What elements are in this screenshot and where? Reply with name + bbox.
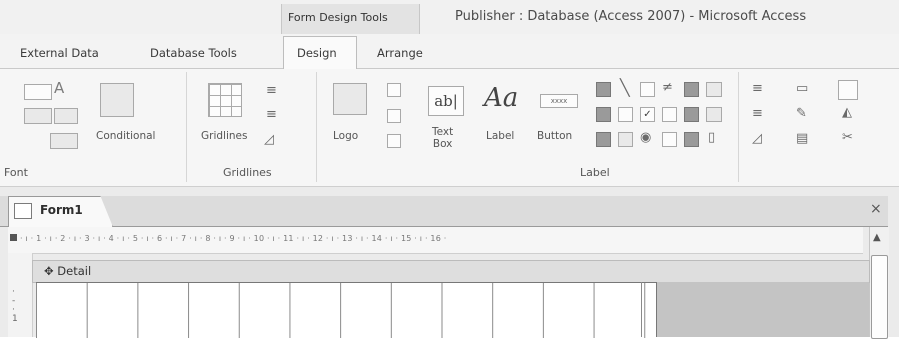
scrollbar-thumb[interactable] xyxy=(871,255,888,339)
combo-icon[interactable] xyxy=(596,107,611,122)
control-wizards-icon[interactable]: ▤ xyxy=(796,132,808,145)
form-background-area xyxy=(656,282,869,337)
option-icon[interactable]: ◉ xyxy=(640,131,651,144)
gridline-style-icon[interactable]: ≡ xyxy=(266,108,277,121)
insert-activex-icon[interactable]: ▯ xyxy=(708,131,715,144)
section-name: Detail xyxy=(57,264,92,278)
date-time-icon[interactable] xyxy=(387,134,401,148)
gridlines-group-label: Gridlines xyxy=(223,166,272,179)
tab-database-tools[interactable]: Database Tools xyxy=(150,46,237,60)
move-icon: ✥ xyxy=(44,264,54,278)
tab-design[interactable]: Design xyxy=(297,46,337,60)
check-icon[interactable]: ✓ xyxy=(640,107,655,122)
form-width-edge[interactable] xyxy=(641,282,642,337)
button-icon[interactable]: xxxx xyxy=(540,94,578,108)
context-tool-group: Form Design Tools xyxy=(281,4,420,34)
tab-external-data[interactable]: External Data xyxy=(20,46,99,60)
font-group-label: Font xyxy=(4,166,28,179)
list-box-icon[interactable] xyxy=(706,82,722,97)
gridlines-icon[interactable] xyxy=(208,83,242,117)
design-grid[interactable] xyxy=(36,282,656,338)
font-color-dropdown[interactable] xyxy=(24,84,52,100)
conditional-formatting-icon[interactable] xyxy=(100,83,134,117)
detail-section-label: ✥ Detail xyxy=(44,264,91,278)
page-break-icon[interactable] xyxy=(640,82,655,97)
special-effect-icon[interactable]: ▭ xyxy=(796,82,808,95)
ruler-marks: · ı · 1 · ı · 2 · ı · 3 · ı · 4 · ı · 5 … xyxy=(20,234,447,243)
logo-button[interactable]: Logo xyxy=(333,130,358,142)
document-tab-bar xyxy=(0,196,888,227)
tab-arrange[interactable]: Arrange xyxy=(377,46,423,60)
text-box-button[interactable]: Text Box xyxy=(432,126,453,150)
tab-control-icon[interactable] xyxy=(596,82,611,97)
label-button[interactable]: Label xyxy=(486,130,514,142)
controls-group-label: Label xyxy=(580,166,610,179)
bound-frame-icon[interactable] xyxy=(662,132,677,147)
activex-controls-icon[interactable]: ✂ xyxy=(842,131,853,144)
vertical-ruler-marks: · - · 1 xyxy=(12,287,18,324)
label-icon[interactable]: Aa xyxy=(484,83,518,113)
fill-color-icon[interactable] xyxy=(54,108,78,124)
context-group-label: Form Design Tools xyxy=(288,11,388,24)
title-icon[interactable] xyxy=(387,83,401,97)
ribbon-tab-row xyxy=(0,34,899,69)
group-divider xyxy=(738,72,739,182)
form-selector-box[interactable] xyxy=(10,234,17,241)
line-color-icon[interactable] xyxy=(50,133,78,149)
subform-icon[interactable] xyxy=(684,107,699,122)
font-color-icon[interactable]: A xyxy=(54,81,64,96)
group-divider xyxy=(316,72,317,182)
use-control-wizards-icon[interactable]: ◭ xyxy=(842,106,852,119)
rect-icon[interactable] xyxy=(618,107,633,122)
line-icon[interactable]: ╲ xyxy=(620,80,630,96)
conditional-formatting-button[interactable]: Conditional xyxy=(96,130,155,142)
line-thickness-icon[interactable]: ≡ xyxy=(752,82,763,95)
gridlines-button[interactable]: Gridlines xyxy=(201,130,247,142)
form-icon xyxy=(14,203,32,219)
set-control-defaults-icon[interactable]: ✎ xyxy=(796,107,807,120)
line-type-icon[interactable]: ≡ xyxy=(752,107,763,120)
select-arrow-icon[interactable] xyxy=(838,80,858,100)
unbound-frame-icon[interactable] xyxy=(684,132,699,147)
text-box-icon[interactable]: ab| xyxy=(428,86,464,116)
page-numbers-icon[interactable] xyxy=(387,109,401,123)
gridline-width-icon[interactable]: ≡ xyxy=(266,84,277,97)
app-title: Publisher : Database (Access 2007) - Mic… xyxy=(455,9,807,24)
logo-icon[interactable] xyxy=(333,83,367,115)
option-group-icon[interactable] xyxy=(596,132,611,147)
document-tab-label[interactable]: Form1 xyxy=(40,203,83,217)
toggle-icon[interactable]: ≠ xyxy=(662,81,673,94)
gridline-color-icon[interactable]: ◿ xyxy=(264,133,274,146)
line-color-right-icon[interactable]: ◿ xyxy=(752,132,762,145)
close-icon[interactable]: × xyxy=(870,201,882,217)
group-divider xyxy=(186,72,187,182)
fill-color-dropdown[interactable] xyxy=(24,108,52,124)
image-icon[interactable] xyxy=(618,132,633,147)
scroll-up-icon[interactable]: ▲ xyxy=(873,232,881,243)
chart-icon[interactable] xyxy=(684,82,699,97)
attachment-icon[interactable] xyxy=(662,107,677,122)
hyperlink-icon[interactable] xyxy=(706,107,722,122)
button-control-button[interactable]: Button xyxy=(537,130,572,142)
detail-section-bar[interactable] xyxy=(32,260,870,283)
